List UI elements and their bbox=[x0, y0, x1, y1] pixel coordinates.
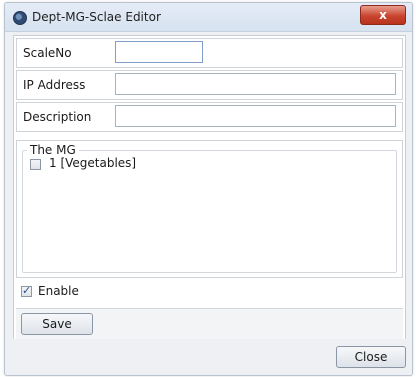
mg-groupbox: The MG 1 [Vegetables] bbox=[16, 140, 403, 278]
save-bar: Save bbox=[16, 308, 403, 339]
form-panel: ScaleNo IP Address Description The MG 1 … bbox=[13, 35, 406, 341]
scale-no-row: ScaleNo bbox=[16, 38, 403, 68]
ip-address-label: IP Address bbox=[23, 78, 86, 92]
enable-row[interactable]: Enable bbox=[16, 280, 403, 304]
enable-label: Enable bbox=[38, 284, 79, 298]
ip-address-input[interactable] bbox=[115, 73, 396, 95]
title-bar[interactable]: Dept-MG-Sclae Editor x bbox=[5, 3, 412, 32]
dialog-footer: Close bbox=[5, 339, 412, 375]
mg-item-label: 1 [Vegetables] bbox=[49, 156, 137, 170]
description-input[interactable] bbox=[115, 105, 396, 127]
window-close-button[interactable]: x bbox=[360, 5, 406, 25]
close-button[interactable]: Close bbox=[336, 346, 406, 368]
description-label: Description bbox=[23, 110, 92, 124]
mg-item-checkbox[interactable] bbox=[30, 159, 41, 170]
window-title: Dept-MG-Sclae Editor bbox=[32, 10, 161, 24]
save-button[interactable]: Save bbox=[21, 313, 93, 335]
description-row: Description bbox=[16, 102, 403, 132]
enable-checkbox[interactable] bbox=[21, 284, 32, 297]
close-icon: x bbox=[379, 8, 387, 22]
editor-window: Dept-MG-Sclae Editor x ScaleNo IP Addres… bbox=[4, 2, 413, 376]
mg-group-title: The MG bbox=[27, 143, 79, 157]
scale-no-input[interactable] bbox=[115, 41, 203, 63]
scale-no-label: ScaleNo bbox=[23, 46, 72, 60]
ip-address-row: IP Address bbox=[16, 70, 403, 100]
app-icon bbox=[13, 11, 27, 25]
